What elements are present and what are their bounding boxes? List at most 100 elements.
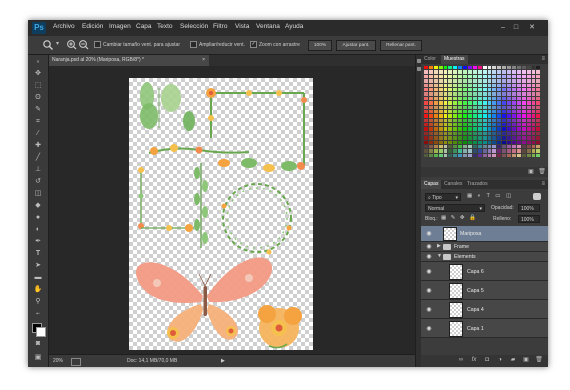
- quick-selection-tool-icon[interactable]: ✎: [32, 105, 44, 115]
- tab-color[interactable]: Color: [421, 55, 439, 64]
- fit-screen-button[interactable]: Ajustar pant.: [336, 40, 376, 51]
- swatches-grid[interactable]: [424, 66, 542, 161]
- document-canvas[interactable]: [129, 78, 313, 350]
- menu-imagen[interactable]: Imagen: [109, 23, 131, 30]
- layer-row-mariposa[interactable]: ◉ Mariposa: [421, 226, 548, 242]
- fill-input[interactable]: 100%: [518, 215, 540, 223]
- blend-mode-select[interactable]: Normal ▾: [425, 204, 485, 212]
- menu-ventana[interactable]: Ventana: [256, 23, 280, 30]
- layer-row-capa-6[interactable]: ◉ Capa 6: [421, 262, 548, 281]
- document-tab[interactable]: Naranja.psd al 20% (Mariposa, RGB/8*) * …: [49, 55, 209, 66]
- delete-layer-icon[interactable]: 🗑: [535, 356, 543, 364]
- status-menu-arrow-icon[interactable]: ▶: [221, 358, 225, 364]
- chevron-down-icon[interactable]: ▼: [437, 253, 442, 259]
- new-group-icon[interactable]: ▰: [509, 356, 517, 364]
- filter-toggle-icon[interactable]: [533, 193, 541, 200]
- menu-seleccion[interactable]: Selección: [180, 23, 208, 30]
- visibility-eye-icon[interactable]: ◉: [424, 253, 434, 260]
- close-window-button[interactable]: ✕: [527, 23, 537, 32]
- menu-filtro[interactable]: Filtro: [213, 23, 227, 30]
- pen-tool-icon[interactable]: ✒: [32, 237, 44, 247]
- zoom-all-option[interactable]: Ampliar/reducir vent.: [190, 41, 245, 48]
- blur-tool-icon[interactable]: ●: [32, 213, 44, 223]
- paint-bucket-tool-icon[interactable]: ◆: [32, 201, 44, 211]
- document-tab-close-icon[interactable]: ×: [202, 55, 205, 66]
- menu-edicion[interactable]: Edición: [82, 23, 103, 30]
- menu-vista[interactable]: Vista: [235, 23, 249, 30]
- visibility-eye-icon[interactable]: ◉: [424, 230, 434, 237]
- history-brush-tool-icon[interactable]: ↺: [32, 177, 44, 187]
- background-color-swatch[interactable]: [36, 327, 46, 337]
- panel-collapse-icon[interactable]: »: [32, 57, 44, 67]
- eyedropper-tool-icon[interactable]: ⁄: [32, 129, 44, 139]
- filter-kind-select[interactable]: ⌕ Tipo ▾: [425, 193, 461, 201]
- type-tool-icon[interactable]: T: [32, 249, 44, 259]
- brush-tool-icon[interactable]: ╱: [32, 153, 44, 163]
- quick-mask-icon[interactable]: ◙: [32, 339, 44, 349]
- default-colors-icon[interactable]: ▪▫: [32, 309, 44, 319]
- zoom-in-icon[interactable]: [66, 39, 77, 50]
- status-icon[interactable]: [71, 358, 81, 366]
- zoom-tool-small-icon[interactable]: ⚲: [32, 297, 44, 307]
- layer-thumbnail: [449, 283, 463, 299]
- lasso-tool-icon[interactable]: ʘ: [32, 93, 44, 103]
- zoom-level[interactable]: 20%: [53, 358, 63, 364]
- zoom-tool-icon[interactable]: [42, 39, 54, 50]
- add-mask-icon[interactable]: ◘: [483, 356, 491, 364]
- healing-brush-tool-icon[interactable]: ✚: [32, 141, 44, 151]
- visibility-eye-icon[interactable]: ◉: [424, 287, 434, 294]
- scrubby-zoom-option[interactable]: ✓ Zoom con arrastre: [250, 41, 300, 48]
- adjustment-layer-icon[interactable]: ◑: [496, 356, 504, 364]
- dodge-tool-icon[interactable]: ◐: [32, 225, 44, 235]
- layer-group-elements[interactable]: ◉ ▼ Elements: [421, 252, 548, 262]
- menu-ayuda[interactable]: Ayuda: [285, 23, 303, 30]
- visibility-eye-icon[interactable]: ◉: [424, 325, 434, 332]
- layer-row-capa-4[interactable]: ◉ Capa 4: [421, 300, 548, 319]
- filter-icons[interactable]: ▦ ◐ T ▭ ◫: [467, 193, 513, 199]
- menu-archivo[interactable]: Archivo: [53, 23, 75, 30]
- visibility-eye-icon[interactable]: ◉: [424, 306, 434, 313]
- new-layer-icon[interactable]: ▣: [522, 356, 530, 364]
- tab-paths[interactable]: Trazados: [464, 180, 491, 189]
- eraser-tool-icon[interactable]: ◫: [32, 189, 44, 199]
- layer-style-icon[interactable]: fx: [470, 356, 478, 364]
- minimize-button[interactable]: –: [498, 23, 508, 32]
- chevron-down-icon[interactable]: ▾: [56, 40, 59, 47]
- swatch[interactable]: [536, 153, 542, 159]
- tab-channels[interactable]: Canales: [441, 180, 465, 189]
- scrubby-zoom-checkbox[interactable]: ✓: [250, 41, 257, 48]
- path-selection-tool-icon[interactable]: ➤: [32, 261, 44, 271]
- layer-group-frame[interactable]: ◉ ▶ Frame: [421, 242, 548, 252]
- rectangle-tool-icon[interactable]: ▬: [32, 273, 44, 283]
- fill-screen-button[interactable]: Rellenar pant.: [380, 40, 422, 51]
- zoom-all-checkbox[interactable]: [190, 41, 197, 48]
- move-tool-icon[interactable]: ✥: [32, 69, 44, 79]
- visibility-eye-icon[interactable]: ◉: [424, 243, 434, 250]
- panel-menu-icon[interactable]: ≡: [541, 56, 545, 62]
- resize-windows-option[interactable]: Cambiar tamaño vent. para ajustar: [94, 41, 180, 48]
- visibility-eye-icon[interactable]: ◉: [424, 268, 434, 275]
- layers-menu-icon[interactable]: ≡: [541, 181, 545, 187]
- maximize-button[interactable]: □: [511, 23, 521, 32]
- delete-swatch-icon[interactable]: 🗑: [538, 168, 546, 176]
- layer-row-capa-5[interactable]: ◉ Capa 5: [421, 281, 548, 300]
- screen-mode-icon[interactable]: ▣: [32, 353, 44, 363]
- link-layers-icon[interactable]: ∞: [457, 356, 465, 364]
- new-swatch-icon[interactable]: ▣: [527, 168, 535, 176]
- chevron-right-icon[interactable]: ▶: [437, 243, 441, 249]
- clone-stamp-tool-icon[interactable]: ⊥: [32, 165, 44, 175]
- resize-windows-checkbox[interactable]: [94, 41, 101, 48]
- opacity-input[interactable]: 100%: [518, 204, 540, 212]
- canvas-area[interactable]: [49, 66, 415, 354]
- menu-texto[interactable]: Texto: [157, 23, 173, 30]
- marquee-tool-icon[interactable]: ⬚: [32, 81, 44, 91]
- lock-icons[interactable]: ▦ ✎ ✥ 🔒: [441, 215, 477, 221]
- crop-tool-icon[interactable]: ⌗: [32, 117, 44, 127]
- hand-tool-icon[interactable]: ✋: [32, 285, 44, 295]
- tab-layers[interactable]: Capas: [421, 180, 442, 189]
- zoom-out-icon[interactable]: [78, 39, 89, 50]
- tab-swatches[interactable]: Muestras: [441, 55, 468, 64]
- actual-pixels-button[interactable]: 100%: [308, 40, 332, 51]
- menu-capa[interactable]: Capa: [136, 23, 152, 30]
- layer-row-capa-1[interactable]: ◉ Capa 1: [421, 319, 548, 338]
